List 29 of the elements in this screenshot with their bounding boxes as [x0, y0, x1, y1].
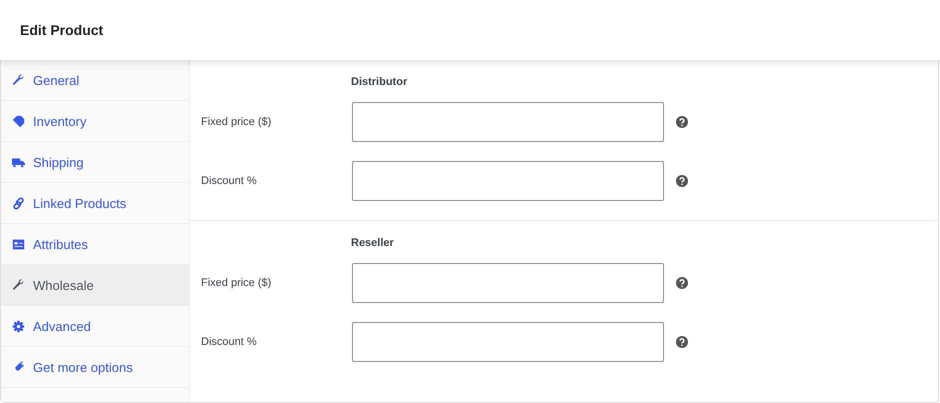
field-label: Fixed price ($)	[200, 116, 272, 128]
input-field[interactable]	[352, 102, 664, 142]
tag-icon	[12, 114, 25, 128]
sidebar-tab[interactable]: Get more options	[1, 347, 189, 388]
sidebar-tab[interactable]: Linked Products	[1, 183, 189, 224]
link-icon	[12, 196, 25, 210]
gear-icon	[12, 320, 25, 332]
section-heading: Distributor	[351, 75, 408, 90]
wrench-icon	[12, 278, 25, 292]
field-label: Discount %	[200, 175, 258, 187]
sidebar-tab[interactable]: Advanced	[1, 306, 189, 347]
help-icon[interactable]	[676, 336, 688, 348]
input-field[interactable]	[352, 263, 664, 303]
input-field[interactable]	[352, 161, 664, 201]
field-label: Discount %	[200, 336, 258, 348]
input-field[interactable]	[352, 322, 664, 362]
sidebar-tab[interactable]: Inventory	[1, 101, 189, 142]
help-icon[interactable]	[676, 116, 688, 128]
help-icon[interactable]	[676, 277, 688, 289]
sidebar-tab[interactable]: Wholesale	[1, 265, 189, 306]
sidebar-tab[interactable]: General	[1, 60, 189, 101]
card-icon	[12, 238, 25, 250]
wrench-icon	[12, 74, 25, 86]
sidebar-tab[interactable]: Shipping	[1, 142, 189, 183]
field-label: Fixed price ($)	[200, 277, 272, 289]
help-icon[interactable]	[676, 175, 688, 187]
truck-icon	[12, 156, 25, 168]
section-heading: Reseller	[351, 236, 395, 251]
page-title: Edit Product	[20, 22, 104, 38]
